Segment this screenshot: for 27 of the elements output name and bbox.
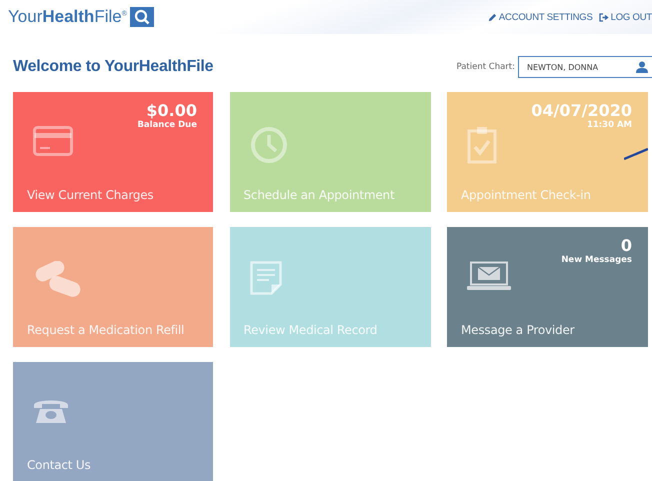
- logout-icon: [598, 12, 609, 22]
- dashboard-tile[interactable]: 04/07/2020 11:30 AM Appointment Check-in: [447, 92, 648, 212]
- logo-text: YourHealthFile$^{®}$: [8, 7, 127, 27]
- person-icon: [636, 61, 648, 73]
- tile-caption: New Messages: [561, 255, 632, 265]
- clipboard-check-icon: [467, 126, 497, 164]
- document-icon: [250, 261, 282, 295]
- credit-card-icon: [33, 126, 73, 156]
- tile-value: 04/07/2020: [531, 102, 632, 120]
- patient-select[interactable]: NEWTON, DONNA: [518, 56, 652, 78]
- dashboard-tile[interactable]: Request a Medication Refill: [13, 227, 213, 347]
- dashboard-tile[interactable]: Contact Us: [13, 362, 213, 481]
- tile-caption: 11:30 AM: [586, 120, 632, 130]
- header-link[interactable]: LOG OUT: [598, 12, 652, 22]
- dashboard-tile[interactable]: $0.00 Balance Due View Current Charges: [13, 92, 213, 212]
- dashboard-tile[interactable]: 0 New Messages Message a Provider: [447, 227, 648, 347]
- pills-icon: [33, 261, 83, 297]
- clock-icon: [250, 126, 288, 164]
- tile-value: $0.00: [146, 102, 197, 120]
- tile-caption: Balance Due: [137, 120, 197, 130]
- header-link[interactable]: ACCOUNT SETTINGS: [488, 12, 593, 22]
- patient-chart-label: Patient Chart:: [456, 62, 515, 72]
- welcome-heading: Welcome to YourHealthFile: [13, 58, 214, 76]
- pencil-icon: [488, 12, 497, 22]
- laptop-mail-icon: [467, 261, 511, 291]
- tile-value: 0: [620, 237, 632, 255]
- search-icon[interactable]: [130, 7, 154, 27]
